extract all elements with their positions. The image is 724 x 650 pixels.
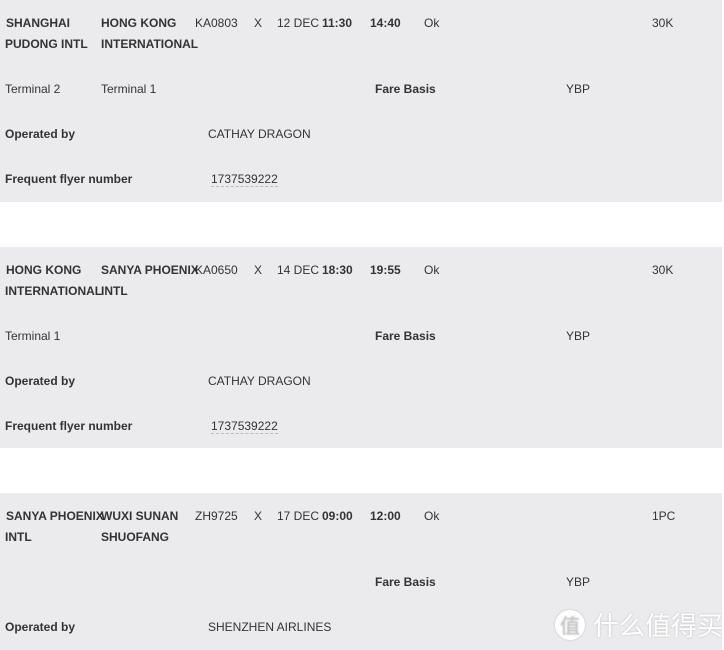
operated-by-value: CATHAY DRAGON: [208, 127, 311, 141]
operated-by-label: Operated by: [5, 127, 76, 141]
fare-basis-label: Fare Basis: [375, 82, 436, 96]
arrival-time: 14:40: [370, 16, 401, 30]
baggage-allowance: 30K: [652, 263, 674, 277]
arrival-time: 12:00: [370, 509, 401, 523]
booking-class: X: [254, 263, 263, 277]
ffn-value[interactable]: 1737539222: [211, 419, 278, 434]
ffn-label: Frequent flyer number: [5, 419, 133, 433]
origin-terminal: Terminal 1: [5, 329, 61, 343]
operated-by-value: CATHAY DRAGON: [208, 374, 311, 388]
status: Ok: [424, 16, 440, 30]
booking-class: X: [254, 16, 263, 30]
origin-city-line2: INTL: [5, 530, 32, 544]
departure-time: 18:30: [322, 263, 353, 277]
flight-segment: HONG KONG INTERNATIONAL SANYA PHOENIX INTL K…: [0, 247, 722, 448]
flight-number: KA0650: [195, 263, 238, 277]
watermark-logo: 值什么值得买: [555, 606, 723, 643]
departure-time: 09:00: [322, 509, 353, 523]
fare-basis-value: YBP: [566, 82, 591, 96]
origin-city: HONG KONG: [6, 263, 82, 277]
status: Ok: [424, 263, 440, 277]
origin-terminal: Terminal 2: [5, 82, 61, 96]
ffn-value[interactable]: 1737539222: [211, 172, 278, 187]
ffn-label: Frequent flyer number: [5, 172, 133, 186]
destination-terminal: Terminal 1: [101, 82, 157, 96]
origin-city-line2: PUDONG INTL: [5, 37, 88, 51]
fare-basis-value: YBP: [566, 329, 591, 343]
origin-city-line2: INTERNATIONAL: [5, 284, 103, 298]
departure-date: 14 DEC: [277, 263, 320, 277]
arrival-time: 19:55: [370, 263, 401, 277]
baggage-allowance: 30K: [652, 16, 674, 30]
flight-number: KA0803: [195, 16, 238, 30]
operated-by-label: Operated by: [5, 374, 76, 388]
baggage-allowance: 1PC: [652, 509, 676, 523]
destination-city: HONG KONG: [101, 16, 177, 30]
flight-number: ZH9725: [195, 509, 238, 523]
destination-city: WUXI SUNAN: [101, 509, 179, 523]
status: Ok: [424, 509, 440, 523]
destination-city-line2: SHUOFANG: [101, 530, 170, 544]
departure-date: 17 DEC: [277, 509, 320, 523]
fare-basis-label: Fare Basis: [375, 329, 436, 343]
destination-city-line2: INTL: [101, 284, 128, 298]
flight-segment: SHANGHAI PUDONG INTL HONG KONG INTERNATIONA…: [0, 0, 722, 202]
destination-city-line2: INTERNATIONAL: [101, 37, 199, 51]
fare-basis-label: Fare Basis: [375, 575, 436, 589]
booking-class: X: [254, 509, 263, 523]
origin-city: SANYA PHOENIX: [6, 509, 104, 523]
departure-date: 12 DEC: [277, 16, 320, 30]
destination-city: SANYA PHOENIX: [101, 263, 199, 277]
origin-city: SHANGHAI: [6, 16, 71, 30]
operated-by-value: SHENZHEN AIRLINES: [208, 620, 332, 634]
operated-by-label: Operated by: [5, 620, 76, 634]
departure-time: 11:30: [322, 16, 353, 30]
fare-basis-value: YBP: [566, 575, 591, 589]
